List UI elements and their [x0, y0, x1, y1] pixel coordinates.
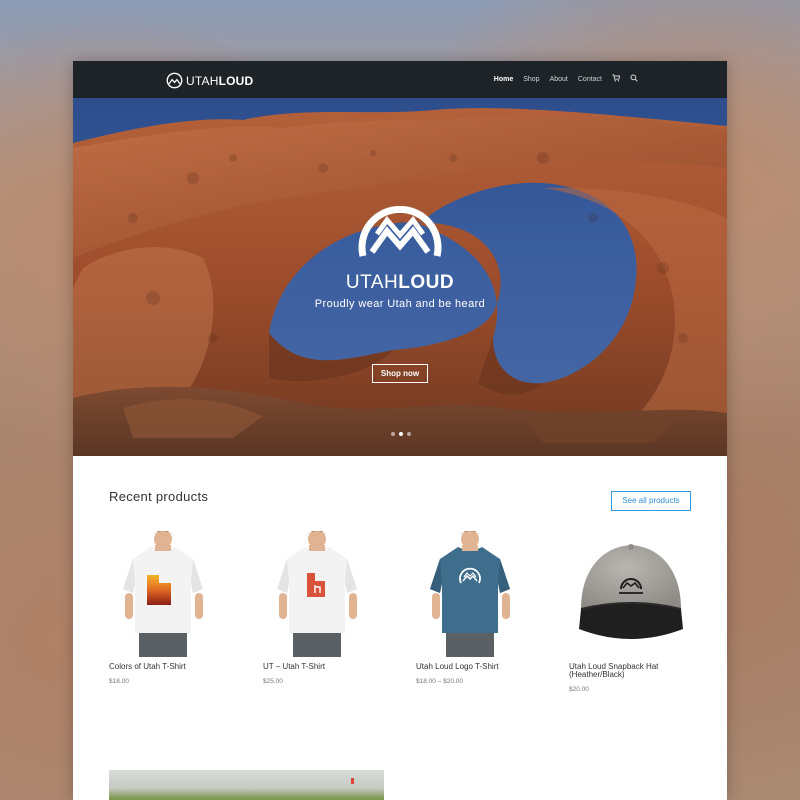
recent-products-heading: Recent products [109, 489, 209, 504]
product-price: $20.00 [569, 686, 589, 693]
mountain-logo-icon [166, 72, 183, 89]
product-card[interactable]: UT – Utah T-Shirt $25.00 [263, 530, 387, 685]
product-image[interactable] [263, 530, 387, 657]
nav-shop[interactable]: Shop [523, 76, 539, 83]
cart-icon[interactable] [612, 74, 621, 84]
product-card[interactable]: Utah Loud Snapback Hat (Heather/Black) $… [569, 531, 693, 693]
hero-title: UTAHLOUD [345, 272, 455, 293]
hero-slider: UTAHLOUD Proudly wear Utah and be heard … [73, 98, 727, 456]
website-page: UTAHLOUD Home Shop About Contact UTAHLOU… [73, 61, 727, 800]
product-card[interactable]: Utah Loud Logo T-Shirt $18.00 – $20.00 [416, 530, 540, 685]
top-navigation-bar: UTAHLOUD Home Shop About Contact [73, 61, 727, 98]
slider-dots [391, 432, 411, 436]
product-price: $25.00 [263, 678, 283, 685]
site-logo[interactable]: UTAHLOUD [166, 72, 253, 89]
hero-tagline: Proudly wear Utah and be heard [314, 298, 486, 310]
nav-contact[interactable]: Contact [578, 76, 602, 83]
golf-flag-icon [351, 778, 354, 784]
product-price: $18.00 – $20.00 [416, 678, 463, 685]
see-all-products-button[interactable]: See all products [611, 491, 691, 511]
nav-about[interactable]: About [550, 76, 568, 83]
product-image[interactable] [569, 531, 693, 657]
nav-home[interactable]: Home [494, 76, 513, 83]
slide-dot-2[interactable] [399, 432, 403, 436]
product-price: $18.00 [109, 678, 129, 685]
logo-wordmark: UTAHLOUD [186, 73, 254, 88]
product-image[interactable] [109, 530, 233, 657]
slide-dot-3[interactable] [407, 432, 411, 436]
product-name[interactable]: UT – Utah T-Shirt [263, 663, 387, 671]
product-name[interactable]: Colors of Utah T-Shirt [109, 663, 233, 671]
product-card[interactable]: Colors of Utah T-Shirt $18.00 [109, 530, 233, 685]
slide-dot-1[interactable] [391, 432, 395, 436]
utahloud-emblem-icon [358, 205, 442, 257]
product-name[interactable]: Utah Loud Logo T-Shirt [416, 663, 540, 671]
product-name[interactable]: Utah Loud Snapback Hat (Heather/Black) [569, 663, 693, 679]
product-image[interactable] [416, 530, 540, 657]
search-icon[interactable] [630, 74, 638, 84]
shop-now-button[interactable]: Shop now [372, 364, 428, 383]
landscape-image [109, 770, 384, 800]
main-nav: Home Shop About Contact [494, 74, 638, 84]
